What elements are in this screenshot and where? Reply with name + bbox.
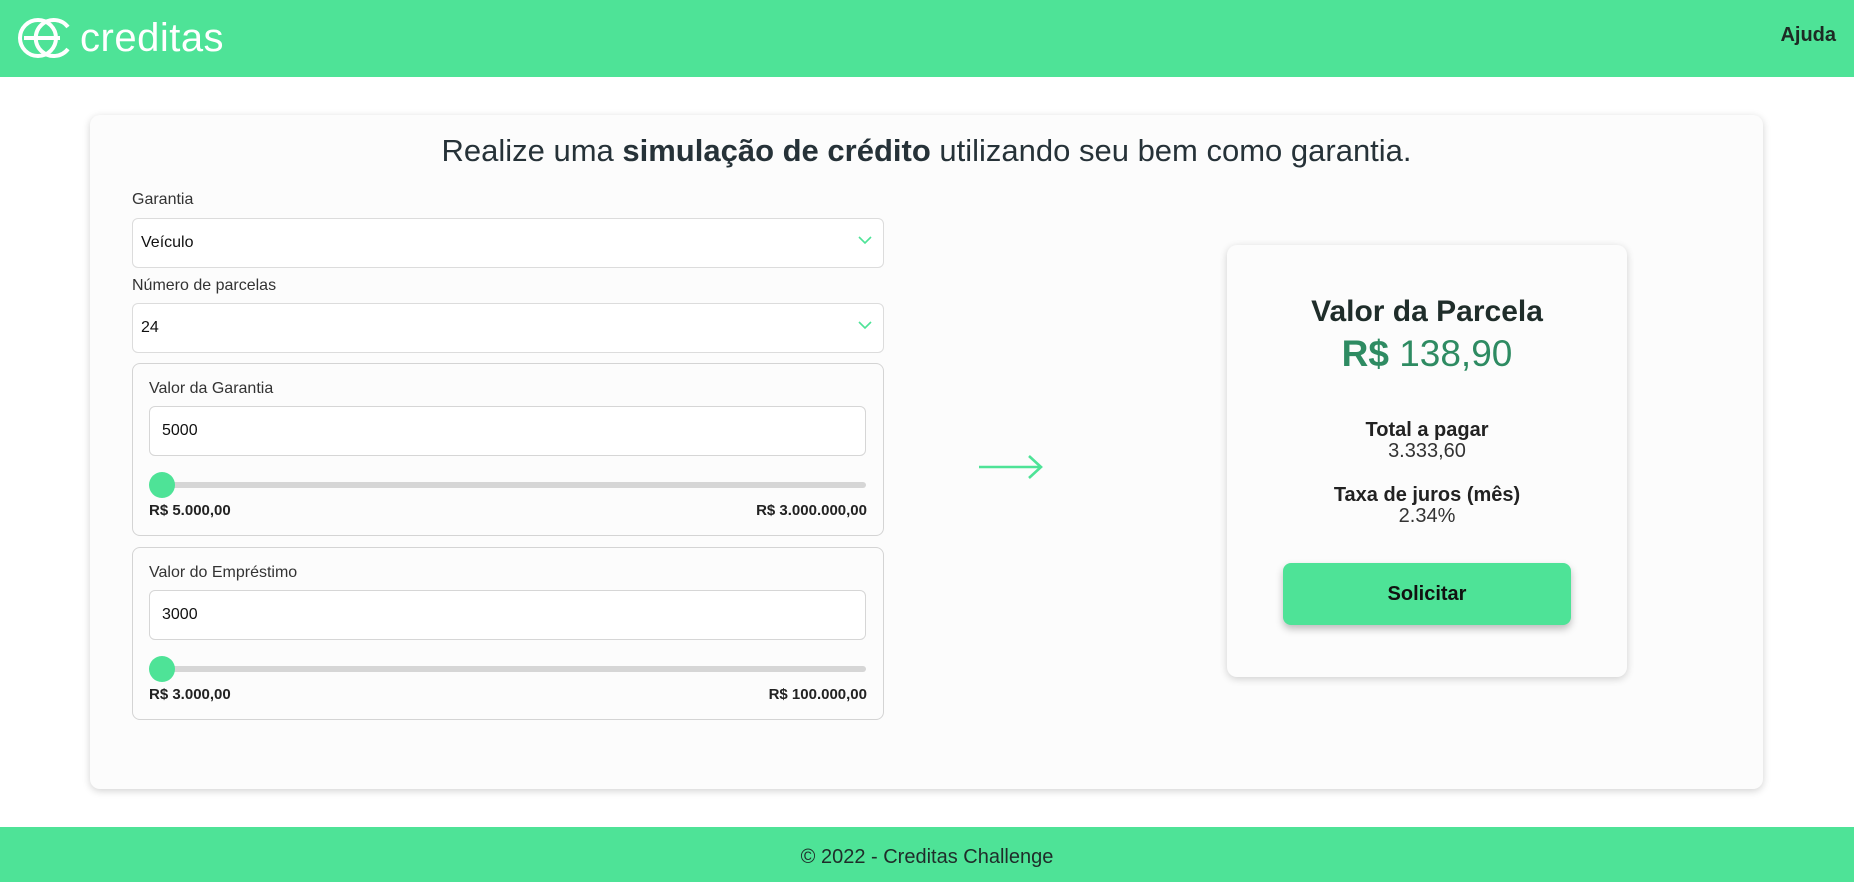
title-bold: simulação de crédito xyxy=(622,133,931,168)
title-suffix: utilizando seu bem como garantia. xyxy=(930,133,1412,168)
rate-value: 2.34% xyxy=(1398,505,1456,527)
loan-value-label: Valor do Empréstimo xyxy=(149,564,298,581)
arrow-right-icon xyxy=(979,455,1043,479)
guarantee-value-slider-thumb[interactable] xyxy=(149,472,175,498)
chevron-down-icon xyxy=(858,236,872,245)
guarantee-value: Veículo xyxy=(141,234,194,251)
loan-value-input[interactable] xyxy=(149,590,866,640)
page-footer: © 2022 - Creditas Challenge xyxy=(0,827,1854,882)
creditas-logo[interactable]: creditas xyxy=(16,12,224,64)
footer-text: © 2022 - Creditas Challenge xyxy=(800,846,1054,868)
total-value: 3.333,60 xyxy=(1388,440,1466,462)
guarantee-value-slider-track[interactable] xyxy=(149,482,866,488)
simulation-card: Realize uma simulação de crédito utiliza… xyxy=(90,115,1763,789)
guarantee-max-value: R$ 3.000.000,00 xyxy=(756,502,867,519)
guarantee-value-box: Valor da Garantia R$ 5.000,00 R$ 3.000.0… xyxy=(132,363,884,536)
help-link[interactable]: Ajuda xyxy=(1780,24,1836,47)
installment-amount: R$ 138,90 xyxy=(1227,333,1627,375)
top-header: creditas Ajuda xyxy=(0,0,1854,77)
guarantee-select[interactable]: Veículo xyxy=(132,218,884,268)
installments-value: 24 xyxy=(141,319,159,336)
installment-value: 138,90 xyxy=(1399,333,1513,374)
currency-symbol: R$ xyxy=(1341,333,1389,374)
page-title: Realize uma simulação de crédito utiliza… xyxy=(90,133,1763,169)
total-label: Total a pagar xyxy=(1365,419,1489,441)
guarantee-value-input[interactable] xyxy=(149,406,866,456)
installments-select[interactable]: 24 xyxy=(132,303,884,353)
guarantee-label: Garantia xyxy=(132,191,194,208)
request-button[interactable]: Solicitar xyxy=(1283,563,1571,625)
guarantee-value-label: Valor da Garantia xyxy=(149,380,274,397)
chevron-down-icon xyxy=(858,321,872,330)
creditas-logo-mark-icon xyxy=(18,18,70,58)
guarantee-min-value: R$ 5.000,00 xyxy=(149,502,231,519)
installment-title: Valor da Parcela xyxy=(1311,295,1543,328)
loan-max-value: R$ 100.000,00 xyxy=(768,686,867,703)
logo-text: creditas xyxy=(80,16,225,60)
loan-min-value: R$ 3.000,00 xyxy=(149,686,231,703)
installments-label: Número de parcelas xyxy=(132,277,277,294)
loan-value-slider-thumb[interactable] xyxy=(149,656,175,682)
loan-value-box: Valor do Empréstimo R$ 3.000,00 R$ 100.0… xyxy=(132,547,884,720)
rate-label: Taxa de juros (mês) xyxy=(1333,484,1521,506)
title-prefix: Realize uma xyxy=(441,133,623,168)
loan-value-slider-track[interactable] xyxy=(149,666,866,672)
result-card: Valor da Parcela R$ 138,90 Total a pagar… xyxy=(1227,245,1627,677)
